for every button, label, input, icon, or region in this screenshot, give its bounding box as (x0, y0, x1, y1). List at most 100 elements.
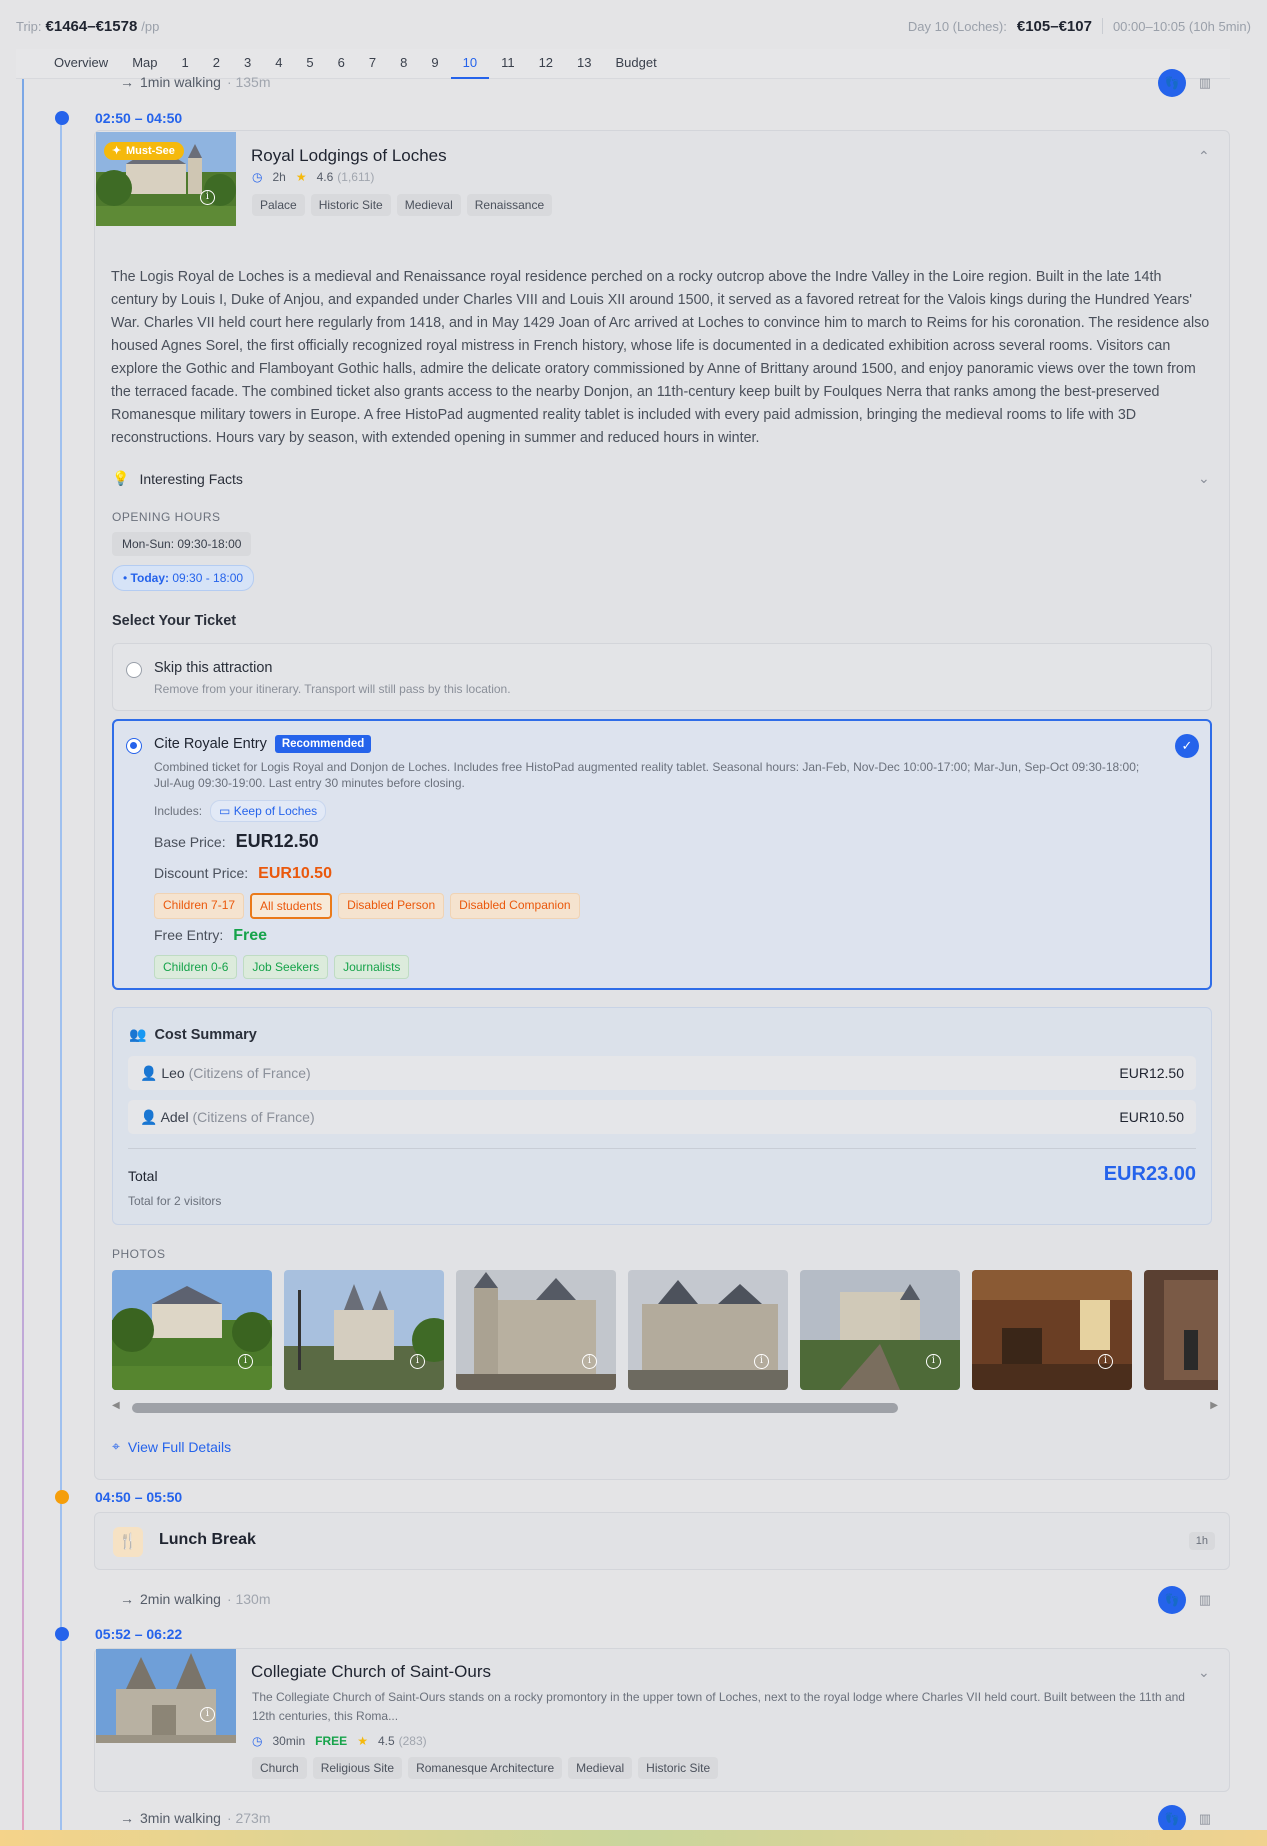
skip-radio[interactable] (126, 662, 142, 678)
ticket-option-cite-royale[interactable]: Cite Royale Entry Recommended ✓ Combined… (112, 719, 1212, 990)
ticket-header: Cite Royale Entry Recommended (154, 735, 372, 753)
attraction-title[interactable]: Royal Lodgings of Loches (251, 146, 447, 166)
tag: Historic Site (310, 194, 391, 216)
tab-5[interactable]: 5 (294, 49, 325, 79)
attraction-description: The Logis Royal de Loches is a medieval … (111, 269, 1210, 446)
check-icon: ✓ (1175, 734, 1199, 758)
includes-label: Includes: (154, 804, 203, 818)
must-see-badge: ✦ Must-See (104, 142, 184, 160)
tag: Religious Site (312, 1757, 403, 1779)
visitor-price: EUR10.50 (1119, 1109, 1184, 1125)
photo[interactable]: i (456, 1270, 616, 1390)
tab-9[interactable]: 9 (419, 49, 450, 79)
footsteps-icon[interactable]: 👣 (1158, 69, 1186, 97)
info-icon[interactable]: i (582, 1354, 597, 1369)
info-icon[interactable]: i (926, 1354, 941, 1369)
tag: Renaissance (466, 194, 553, 216)
info-icon[interactable]: i (200, 1707, 215, 1722)
attraction-tags: Church Religious Site Romanesque Architect… (252, 1757, 719, 1779)
scroll-left-icon[interactable]: ◀ (112, 1400, 120, 1411)
tab-11[interactable]: 11 (489, 49, 527, 79)
clock-icon: ◷ (252, 170, 263, 184)
view-full-details-link[interactable]: ⌖ View Full Details (112, 1438, 231, 1455)
tag: Historic Site (638, 1757, 719, 1779)
map-icon[interactable]: ▥ (1196, 1810, 1214, 1828)
discount-price-row: Discount Price: EUR10.50 (154, 865, 332, 883)
photo[interactable]: i (972, 1270, 1132, 1390)
tag: Job Seekers (243, 955, 329, 979)
timeline-dot (55, 1490, 69, 1504)
walking-segment: → 2min walking · 130m (120, 1591, 271, 1607)
tab-budget[interactable]: Budget (604, 49, 669, 79)
lunch-card[interactable]: 🍴 Lunch Break 1h (94, 1512, 1230, 1570)
trip-label: Trip: (16, 18, 42, 34)
free-entry-value: Free (233, 927, 268, 944)
includes-value: Keep of Loches (233, 804, 318, 818)
castle-photo (628, 1270, 788, 1390)
walk-distance: · 130m (226, 1591, 271, 1607)
footsteps-icon[interactable]: 👣 (1158, 1805, 1186, 1833)
user-icon: 👤 (140, 1108, 158, 1125)
tag: Children 0-6 (154, 955, 238, 979)
photo[interactable]: i (112, 1270, 272, 1390)
map-icon[interactable]: ▥ (1196, 74, 1214, 92)
includes-chip[interactable]: ▭ Keep of Loches (210, 800, 327, 822)
arrow-right-icon: → (120, 74, 134, 90)
chevron-up-icon[interactable]: ⌃ (1198, 148, 1210, 165)
castle-photo (284, 1270, 444, 1390)
scrollbar-thumb[interactable] (132, 1403, 898, 1413)
hours-pill: Mon-Sun: 09:30-18:00 (112, 532, 252, 556)
tag: Medieval (396, 194, 461, 216)
map-icon[interactable]: ▥ (1196, 1591, 1214, 1609)
attraction-title[interactable]: Collegiate Church of Saint-Ours (251, 1662, 491, 1682)
timeline-inner-line (60, 115, 62, 1846)
attraction-thumbnail[interactable]: ✦ Must-See i (96, 132, 236, 226)
walk-distance: · 273m (226, 1810, 271, 1826)
tab-overview[interactable]: Overview (42, 49, 120, 79)
photo[interactable] (1144, 1270, 1218, 1390)
discount-price-label: Discount Price: (154, 865, 249, 881)
photo[interactable]: i (628, 1270, 788, 1390)
cost-row: 👤 Adel (Citizens of France) EUR10.50 (128, 1100, 1196, 1134)
dot-icon: • (123, 571, 128, 585)
tag: Church (252, 1757, 307, 1779)
footsteps-icon[interactable]: 👣 (1158, 1586, 1186, 1614)
trip-cost: Trip: €1464–€1578 /pp (16, 18, 159, 35)
photo[interactable]: i (284, 1270, 444, 1390)
attraction-thumbnail[interactable]: i (96, 1649, 236, 1743)
free-groups: Children 0-6 Job Seekers Journalists (154, 955, 410, 979)
tab-6[interactable]: 6 (326, 49, 357, 79)
tab-7[interactable]: 7 (357, 49, 388, 79)
tab-10[interactable]: 10 (450, 49, 490, 79)
skip-option[interactable]: Skip this attraction Remove from your it… (112, 643, 1212, 711)
photos-label: PHOTOS (112, 1247, 166, 1261)
info-icon[interactable]: i (238, 1354, 253, 1369)
divider (128, 1148, 1196, 1149)
time-range: 05:52 – 06:22 (95, 1626, 183, 1642)
recommended-badge: Recommended (274, 735, 372, 753)
info-icon[interactable]: i (754, 1354, 769, 1369)
location-pin-icon: ⌖ (112, 1438, 120, 1454)
info-icon[interactable]: i (200, 190, 215, 205)
info-icon[interactable]: i (1098, 1354, 1113, 1369)
tab-13[interactable]: 13 (565, 49, 603, 79)
scroll-right-icon[interactable]: ▶ (1210, 1400, 1218, 1411)
tab-8[interactable]: 8 (388, 49, 419, 79)
chevron-down-icon[interactable]: ⌄ (1198, 1664, 1210, 1681)
trip-unit: /pp (141, 18, 160, 34)
visitor: 👤 Leo (Citizens of France) (140, 1065, 311, 1082)
user-icon: 👤 (140, 1064, 158, 1081)
tab-12[interactable]: 12 (527, 49, 565, 79)
divider (1101, 18, 1103, 34)
ticket-radio[interactable] (126, 738, 142, 754)
photo-scrollbar[interactable]: ◀ ▶ (112, 1400, 1218, 1416)
lunch-title: Lunch Break (159, 1531, 256, 1548)
chevron-down-icon[interactable]: ⌄ (1198, 470, 1210, 487)
interesting-facts-toggle[interactable]: 💡 Interesting Facts (112, 470, 243, 487)
ticket-description: Combined ticket for Logis Royal and Donj… (154, 760, 1140, 790)
clock-icon: ◷ (252, 1734, 263, 1748)
photo[interactable]: i (800, 1270, 960, 1390)
info-icon[interactable]: i (410, 1354, 425, 1369)
tag: All students (250, 893, 333, 919)
time-range: 04:50 – 05:50 (95, 1489, 183, 1505)
